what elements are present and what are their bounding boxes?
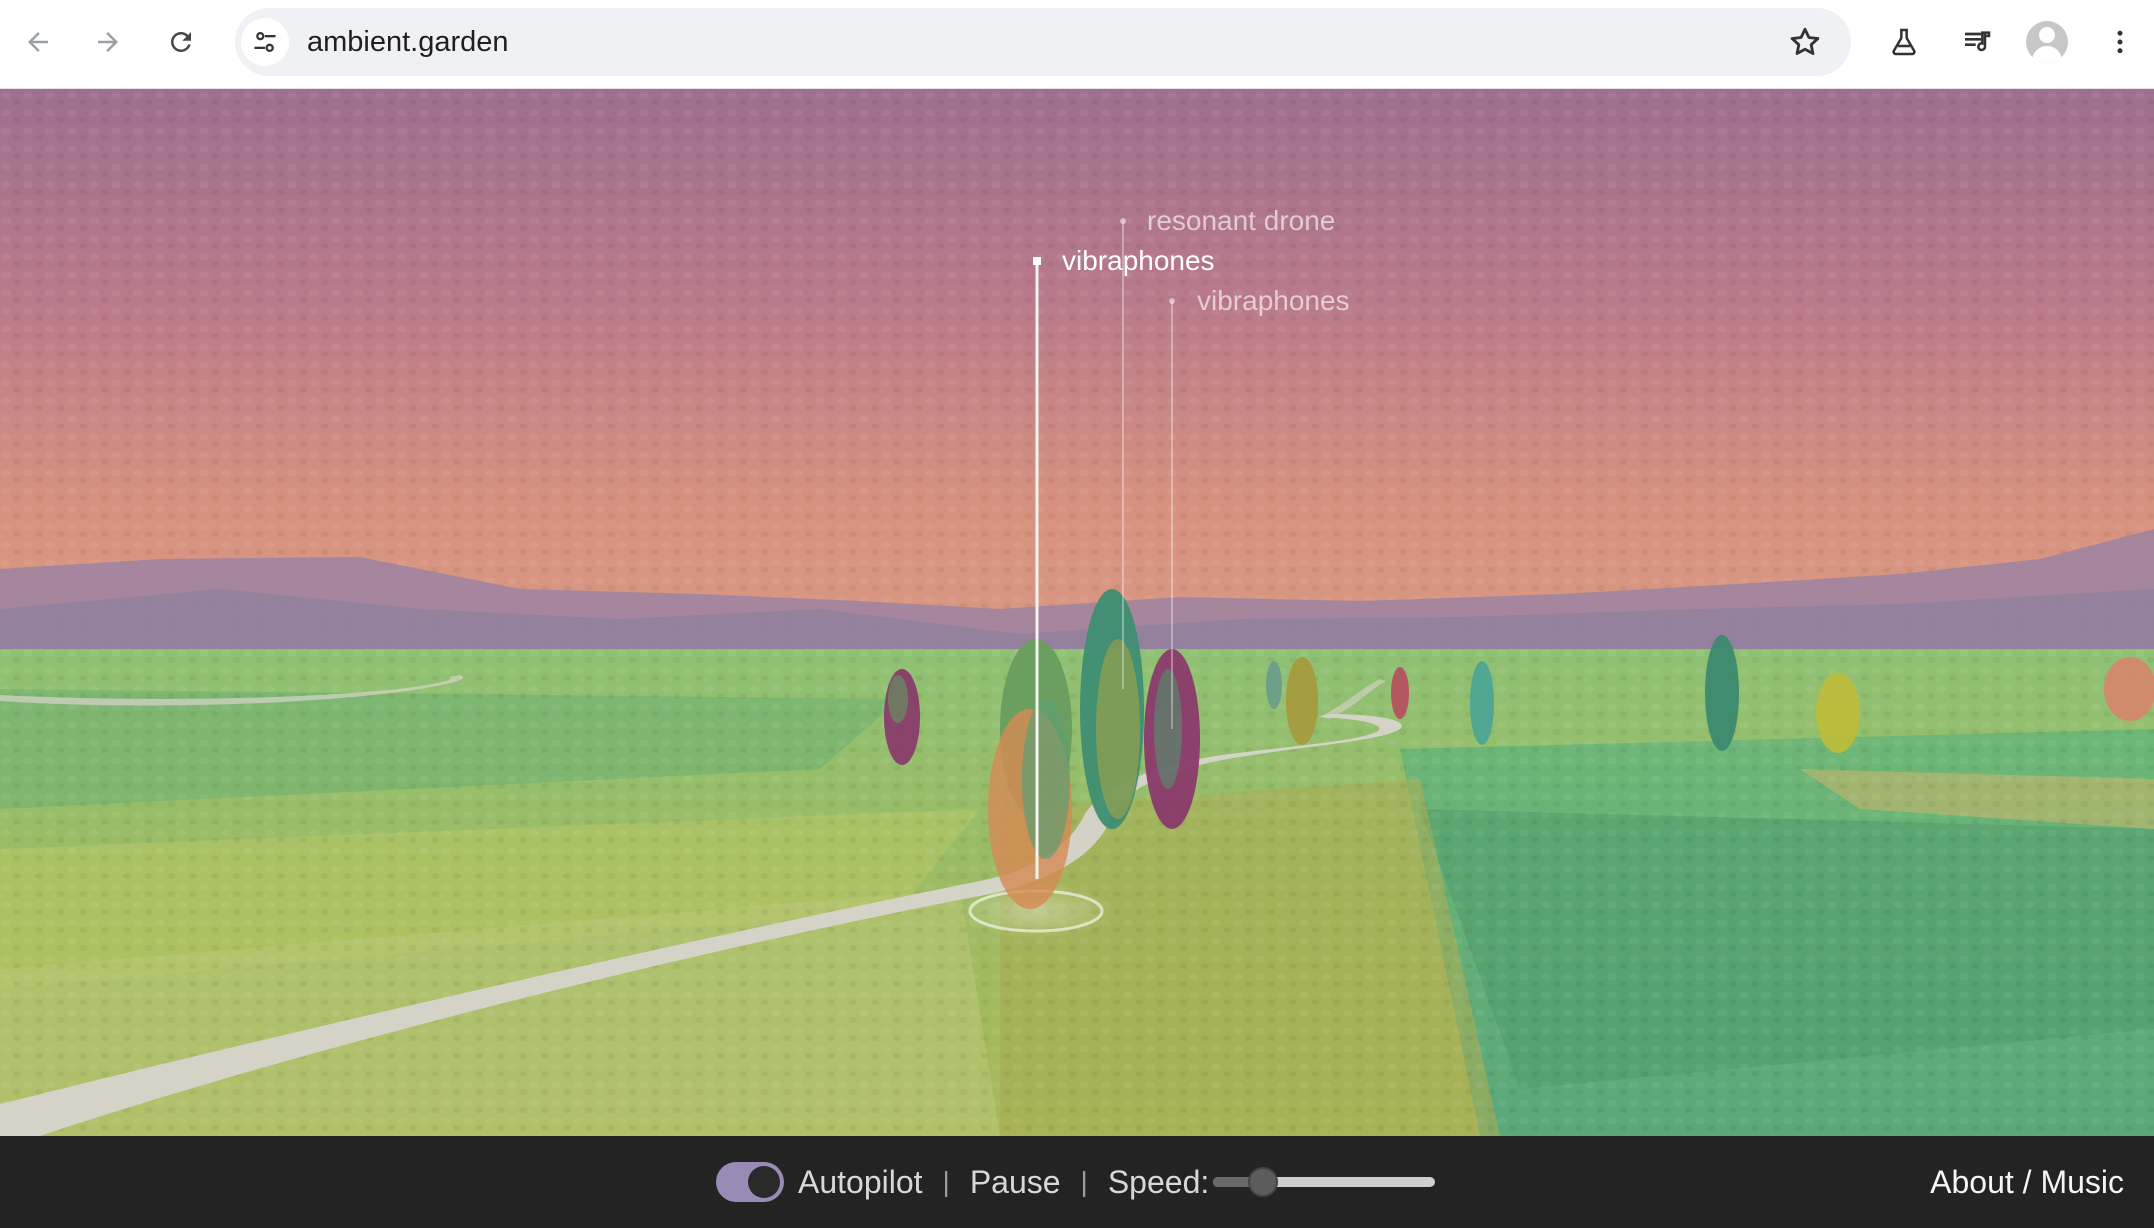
avatar-icon bbox=[2039, 27, 2055, 43]
back-button[interactable] bbox=[16, 20, 60, 64]
site-info-button[interactable] bbox=[241, 18, 289, 66]
separator: | bbox=[1080, 1166, 1088, 1197]
address-bar[interactable]: ambient.garden bbox=[235, 8, 1851, 76]
instrument-label-vibraphones[interactable]: vibraphones bbox=[1197, 285, 1350, 317]
avatar[interactable] bbox=[2026, 21, 2068, 63]
speed-label: Speed: bbox=[1107, 1163, 1210, 1200]
star-icon[interactable] bbox=[1787, 24, 1823, 60]
forward-button[interactable] bbox=[86, 20, 130, 64]
garden-scene[interactable]: resonant drone vibraphones vibraphones bbox=[0, 89, 2154, 1136]
playback-controls: Autopilot | Pause | Speed: bbox=[716, 1136, 1436, 1228]
arrow-right-icon bbox=[98, 32, 118, 52]
tune-icon bbox=[254, 31, 276, 53]
labs-button[interactable] bbox=[1882, 20, 1926, 64]
menu-button[interactable] bbox=[2098, 20, 2142, 64]
about-music-link[interactable]: About / Music bbox=[1930, 1136, 2124, 1228]
autopilot-label[interactable]: Autopilot bbox=[798, 1164, 923, 1201]
media-controls-button[interactable] bbox=[1955, 20, 1999, 64]
speed-slider[interactable] bbox=[1213, 1162, 1436, 1202]
pause-button[interactable]: Pause bbox=[970, 1164, 1061, 1201]
separator: | bbox=[942, 1166, 950, 1197]
instrument-label-resonant-drone[interactable]: resonant drone bbox=[1147, 205, 1335, 237]
reload-icon bbox=[171, 32, 191, 52]
control-bar: Autopilot | Pause | Speed: About / Music bbox=[0, 1136, 2154, 1228]
browser-toolbar: ambient.garden bbox=[0, 0, 2154, 89]
arrow-left-icon bbox=[28, 32, 48, 52]
more-vertical-icon bbox=[2117, 30, 2123, 54]
instrument-label-vibraphones-active[interactable]: vibraphones bbox=[1062, 245, 1215, 277]
flask-icon bbox=[1892, 28, 1916, 56]
playlist-music-icon bbox=[1965, 31, 1991, 52]
autopilot-toggle[interactable] bbox=[716, 1162, 784, 1202]
url-text[interactable]: ambient.garden bbox=[307, 8, 509, 76]
speed-slider-thumb[interactable] bbox=[1247, 1167, 1278, 1197]
reload-button[interactable] bbox=[159, 20, 203, 64]
